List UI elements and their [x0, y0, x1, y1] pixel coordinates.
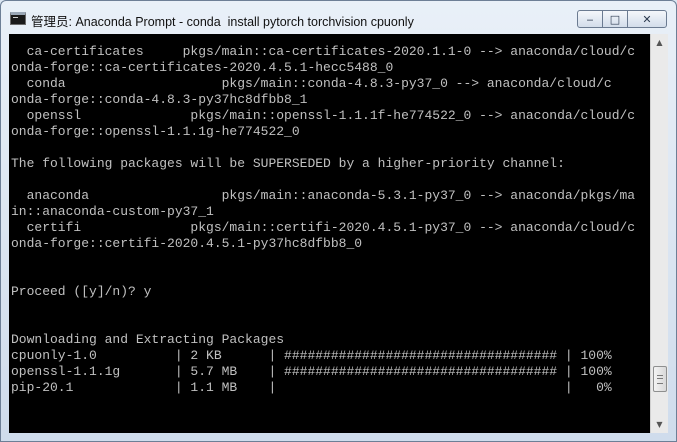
console-line: pip-20.1 | 1.1 MB | | 0%	[11, 380, 612, 395]
console-text: ca-certificates pkgs/main::ca-certificat…	[11, 44, 635, 396]
console-line: onda-forge::certifi-2020.4.5.1-py37hc8df…	[11, 236, 363, 251]
close-icon: ✕	[642, 12, 652, 26]
console-line: certifi pkgs/main::certifi-2020.4.5.1-py…	[11, 220, 636, 235]
console-line: The following packages will be SUPERSEDE…	[11, 156, 565, 171]
maximize-icon: □	[609, 12, 621, 26]
minimize-icon: ‒	[586, 12, 594, 26]
console-line: Proceed ([y]/n)? y	[11, 284, 152, 299]
console-line: cpuonly-1.0 | 2 KB | ###################…	[11, 348, 612, 363]
console-line: openssl pkgs/main::openssl-1.1.1f-he7745…	[11, 108, 636, 123]
window-controls: ‒ □ ✕	[577, 10, 667, 28]
console-line: openssl-1.1.1g | 5.7 MB | ##############…	[11, 364, 612, 379]
console-window: 管理员: Anaconda Prompt - conda install pyt…	[0, 0, 677, 442]
console-line: onda-forge::conda-4.8.3-py37hc8dfbb8_1	[11, 92, 308, 107]
close-button[interactable]: ✕	[627, 10, 667, 28]
console-line: ca-certificates pkgs/main::ca-certificat…	[11, 44, 636, 59]
terminal-app-icon[interactable]	[10, 12, 26, 25]
console-line: onda-forge::openssl-1.1.1g-he774522_0	[11, 124, 300, 139]
scroll-down-arrow-icon[interactable]: ▼	[651, 416, 668, 433]
scrollbar-thumb[interactable]	[653, 366, 667, 392]
console-line: onda-forge::ca-certificates-2020.4.5.1-h…	[11, 60, 394, 75]
console-line: Downloading and Extracting Packages	[11, 332, 285, 347]
console-line: conda pkgs/main::conda-4.8.3-py37_0 --> …	[11, 76, 612, 91]
console-line: in::anaconda-custom-py37_1	[11, 204, 214, 219]
vertical-scrollbar[interactable]: ▲ ▼	[650, 34, 668, 433]
title-bar[interactable]: 管理员: Anaconda Prompt - conda install pyt…	[1, 1, 676, 35]
console-line: anaconda pkgs/main::anaconda-5.3.1-py37_…	[11, 188, 636, 203]
scroll-up-arrow-icon[interactable]: ▲	[651, 34, 668, 51]
console-output[interactable]: ca-certificates pkgs/main::ca-certificat…	[9, 34, 650, 433]
maximize-button[interactable]: □	[602, 10, 628, 28]
minimize-button[interactable]: ‒	[577, 10, 603, 28]
window-title: 管理员: Anaconda Prompt - conda install pyt…	[31, 15, 414, 29]
